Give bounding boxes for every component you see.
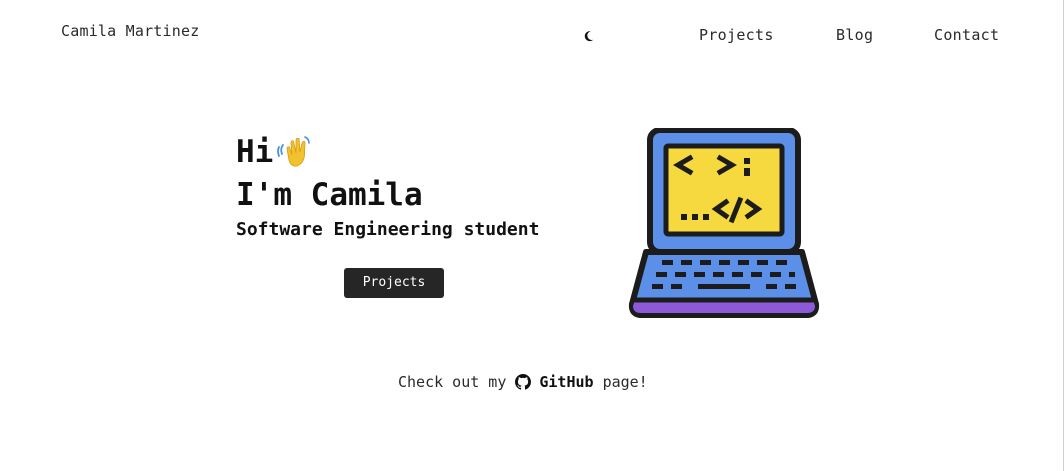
waving-hand-icon [277, 135, 313, 169]
laptop-code-icon [628, 127, 820, 320]
github-link-label: GitHub [539, 373, 594, 391]
github-icon [515, 374, 532, 390]
page: Camila Martinez Projects Blog Contact Hi… [0, 0, 1064, 471]
projects-button[interactable]: Projects [344, 268, 444, 298]
nav-contact[interactable]: Contact [934, 26, 999, 44]
nav-projects[interactable]: Projects [699, 26, 774, 44]
github-link[interactable]: GitHub [515, 373, 594, 391]
hero-name: I'm Camila [236, 177, 423, 213]
main-nav: Projects Blog Contact [0, 26, 1064, 46]
github-prefix: Check out my [398, 373, 507, 391]
greeting-text: Hi [236, 134, 274, 170]
github-suffix: page! [602, 373, 648, 391]
hero-subtitle: Software Engineering student [236, 219, 540, 240]
nav-blog[interactable]: Blog [836, 26, 873, 44]
greeting: Hi [236, 134, 313, 170]
